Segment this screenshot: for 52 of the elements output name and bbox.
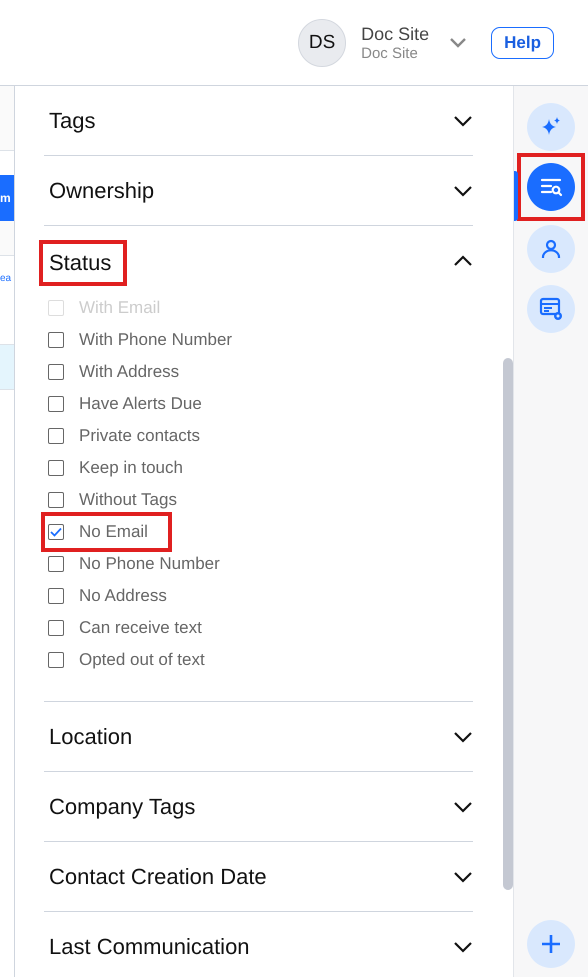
section-title[interactable]: Location bbox=[49, 722, 132, 752]
chevron-down-icon[interactable] bbox=[453, 940, 473, 952]
checkbox-label: No Address bbox=[79, 586, 167, 606]
add-button[interactable] bbox=[527, 920, 575, 968]
chevron-down-icon[interactable] bbox=[453, 800, 473, 812]
selection-indicator bbox=[514, 171, 518, 221]
checkbox-label: Have Alerts Due bbox=[79, 394, 202, 414]
checkbox-label: Can receive text bbox=[79, 618, 202, 638]
checkbox-label: No Phone Number bbox=[79, 554, 220, 574]
checkbox-label: Keep in touch bbox=[79, 458, 183, 478]
checkbox[interactable] bbox=[48, 524, 64, 540]
chevron-up-icon[interactable] bbox=[453, 254, 473, 266]
section-title[interactable]: Tags bbox=[49, 106, 96, 136]
button[interactable]: m bbox=[0, 175, 14, 221]
checkbox-label: Private contacts bbox=[79, 426, 200, 446]
caret-icon[interactable] bbox=[449, 36, 468, 48]
checkbox-label: Opted out of text bbox=[79, 650, 205, 670]
checkbox[interactable] bbox=[48, 428, 64, 444]
account-subtitle: Doc Site bbox=[361, 44, 419, 62]
checkbox-label: No Email bbox=[79, 522, 148, 542]
person-icon bbox=[539, 237, 563, 261]
sidebar-button[interactable] bbox=[527, 103, 575, 151]
checkbox-label: With Phone Number bbox=[79, 330, 232, 350]
scrollbar[interactable] bbox=[503, 358, 513, 890]
avatar[interactable]: DS bbox=[298, 18, 346, 66]
checkbox-label: Without Tags bbox=[79, 490, 177, 510]
checkbox[interactable] bbox=[48, 588, 64, 604]
checkbox[interactable] bbox=[48, 396, 64, 412]
chevron-down-icon[interactable] bbox=[453, 730, 473, 742]
account-name: Doc Site bbox=[361, 22, 430, 44]
checkbox-label: With Address bbox=[79, 362, 180, 382]
chevron-down-icon[interactable] bbox=[453, 184, 473, 196]
section-title[interactable]: Ownership bbox=[49, 176, 154, 206]
sidebar-button[interactable] bbox=[527, 225, 575, 273]
help-button[interactable]: Help bbox=[491, 26, 554, 58]
checkbox[interactable] bbox=[48, 492, 64, 508]
section-title[interactable]: Company Tags bbox=[49, 792, 196, 822]
sidebar-button[interactable] bbox=[527, 285, 575, 333]
section-title[interactable]: Contact Creation Date bbox=[49, 862, 267, 892]
plus-icon bbox=[539, 932, 563, 956]
chevron-down-icon[interactable] bbox=[453, 114, 473, 126]
checkbox[interactable] bbox=[48, 556, 64, 572]
section-title[interactable]: Last Communication bbox=[49, 932, 250, 962]
checkbox[interactable] bbox=[48, 620, 64, 636]
checkbox[interactable] bbox=[48, 460, 64, 476]
link[interactable]: ea bbox=[0, 264, 12, 294]
checkbox[interactable] bbox=[48, 652, 64, 668]
checkbox[interactable] bbox=[48, 332, 64, 348]
sidebar-button[interactable] bbox=[527, 163, 575, 211]
chevron-down-icon[interactable] bbox=[453, 870, 473, 882]
checkbox[interactable] bbox=[48, 364, 64, 380]
form-settings-icon bbox=[539, 297, 563, 321]
